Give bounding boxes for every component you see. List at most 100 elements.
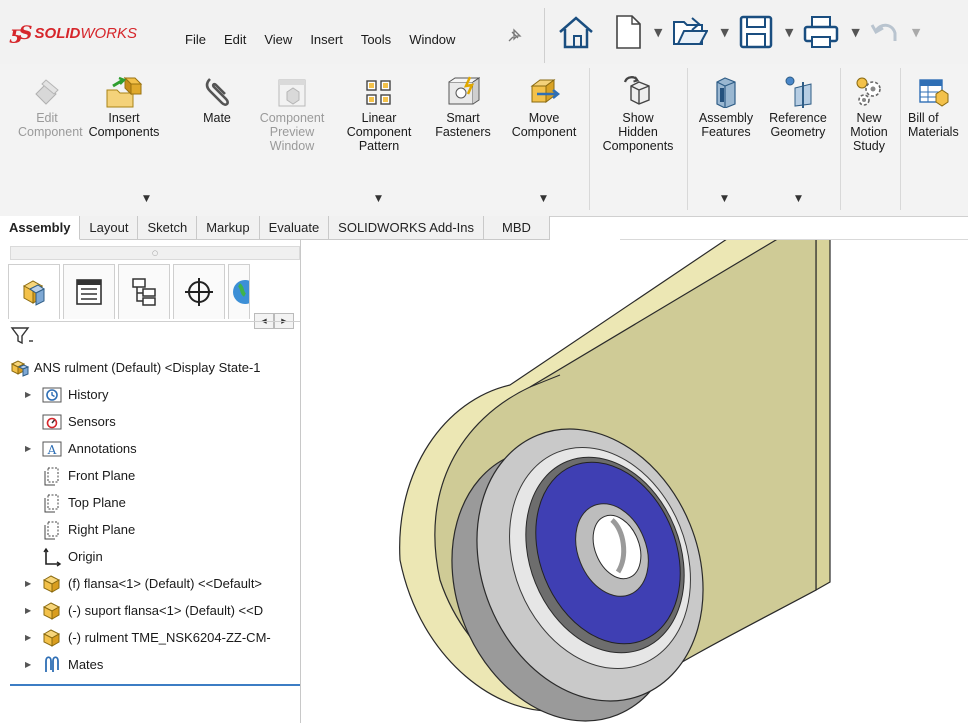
chevron-down-icon[interactable]: ▼	[795, 194, 802, 204]
reference-geometry-button[interactable]: Reference Geometry	[760, 72, 836, 139]
tree-item-label: Annotations	[68, 441, 137, 456]
configuration-manager-tab[interactable]	[118, 264, 170, 319]
expand-arrow-icon[interactable]: ▶	[25, 444, 33, 453]
ribbon-separator	[900, 68, 901, 210]
edit-component-icon	[18, 72, 76, 108]
chevron-down-icon[interactable]: ▼	[785, 26, 793, 39]
crosshair-icon	[185, 278, 213, 306]
tab-mbd[interactable]: MBD	[484, 216, 550, 240]
home-icon[interactable]	[556, 14, 596, 50]
filter-icon[interactable]	[10, 326, 34, 349]
menu-insert[interactable]: Insert	[301, 32, 352, 47]
history-folder-icon	[42, 386, 62, 404]
menu-window[interactable]: Window	[400, 32, 464, 47]
manager-panel-tabs	[8, 264, 300, 320]
tree-item-sensors[interactable]: Sensors	[0, 408, 300, 435]
command-manager-tabs: Assembly Layout Sketch Markup Evaluate S…	[0, 216, 550, 240]
tree-item-label: History	[68, 387, 109, 402]
linear-pattern-icon	[342, 72, 416, 108]
show-hidden-components-button[interactable]: Show Hidden Components	[594, 72, 682, 153]
feature-tree: ANS rulment (Default) <Display State-1 ▶…	[0, 354, 300, 678]
new-document-icon[interactable]	[614, 14, 642, 50]
chevron-down-icon[interactable]: ▼	[143, 194, 150, 204]
tree-item-label: Mates	[68, 657, 104, 672]
solidworks-logo[interactable]: ƽS SOLIDWORKS	[10, 22, 137, 44]
chevron-down-icon[interactable]: ▼	[654, 26, 662, 39]
undo-icon[interactable]	[870, 19, 900, 45]
chevron-down-icon[interactable]: ▼	[720, 26, 728, 39]
linear-component-pattern-button[interactable]: Linear Component Pattern	[342, 72, 416, 153]
tab-markup[interactable]: Markup	[197, 216, 260, 240]
new-motion-study-button[interactable]: New Motion Study	[842, 72, 896, 153]
mate-label: Mate	[203, 111, 231, 125]
expand-arrow-icon[interactable]: ▶	[25, 660, 33, 669]
tab-evaluate[interactable]: Evaluate	[259, 216, 330, 240]
tree-item-suport-flansa[interactable]: ▶ (-) suport flansa<1> (Default) <<D	[0, 597, 300, 624]
feature-manager-tab[interactable]	[8, 264, 60, 319]
graphics-area[interactable]	[301, 209, 968, 723]
dimxpert-manager-tab[interactable]	[173, 264, 225, 319]
tree-rollback-bar[interactable]	[10, 684, 300, 686]
appearance-manager-tab[interactable]	[228, 264, 250, 319]
expand-arrow-icon[interactable]: ▶	[25, 579, 33, 588]
tree-item-origin[interactable]: Origin	[0, 543, 300, 570]
property-list-icon	[76, 279, 102, 305]
plane-icon	[42, 467, 62, 485]
mates-icon	[42, 655, 62, 674]
chevron-down-icon[interactable]: ▼	[721, 194, 728, 204]
bill-of-materials-button[interactable]: Bill of Materials	[904, 72, 968, 139]
property-manager-tab[interactable]	[63, 264, 115, 319]
tree-item-right-plane[interactable]: Right Plane	[0, 516, 300, 543]
command-manager-ribbon: Edit Component Insert Components Mate Co…	[0, 64, 968, 217]
chevron-down-icon[interactable]: ▼	[851, 26, 859, 39]
smart-fasteners-button[interactable]: Smart Fasteners	[428, 72, 498, 139]
chevron-down-icon[interactable]: ▼	[540, 194, 547, 204]
expand-arrow-icon[interactable]: ▶	[25, 390, 33, 399]
ds-logo-mark: ƽS	[10, 22, 32, 44]
mate-button[interactable]: Mate	[196, 72, 238, 125]
tree-item-annotations[interactable]: ▶ A Annotations	[0, 435, 300, 462]
tab-assembly[interactable]: Assembly	[0, 216, 81, 240]
tree-item-history[interactable]: ▶ History	[0, 381, 300, 408]
assembly-features-icon	[692, 72, 760, 108]
ribbon-separator	[687, 68, 688, 210]
plane-icon	[42, 494, 62, 512]
assembly-features-button[interactable]: Assembly Features	[692, 72, 760, 139]
tab-solidworks-add-ins[interactable]: SOLIDWORKS Add-Ins	[329, 216, 484, 240]
menu-bar: File Edit View Insert Tools Window	[176, 32, 464, 47]
tab-sketch[interactable]: Sketch	[138, 216, 198, 240]
save-icon[interactable]	[739, 15, 773, 49]
tree-item-rulment[interactable]: ▶ (-) rulment TME_NSK6204-ZZ-CM-	[0, 624, 300, 651]
pin-menu-icon[interactable]	[506, 28, 522, 48]
print-icon[interactable]	[803, 15, 839, 49]
chevron-down-icon[interactable]: ▼	[912, 26, 920, 39]
ribbon-separator	[589, 68, 590, 210]
insert-components-label: Insert Components	[88, 111, 160, 139]
tree-item-mates[interactable]: ▶ Mates	[0, 651, 300, 678]
move-component-label: Move Component	[511, 111, 577, 139]
chevron-down-icon[interactable]: ▼	[375, 194, 382, 204]
panel-resize-handle[interactable]: ○	[10, 246, 300, 260]
component-preview-button[interactable]: Component Preview Window	[252, 72, 332, 153]
tree-item-flansa[interactable]: ▶ (f) flansa<1> (Default) <<Default>	[0, 570, 300, 597]
menu-edit[interactable]: Edit	[215, 32, 255, 47]
menu-tools[interactable]: Tools	[352, 32, 400, 47]
move-component-button[interactable]: Move Component	[506, 72, 582, 139]
tree-item-top-plane[interactable]: Top Plane	[0, 489, 300, 516]
smart-fasteners-label: Smart Fasteners	[435, 111, 491, 139]
assembly-model-view[interactable]	[301, 209, 968, 723]
expand-arrow-icon[interactable]: ▶	[25, 606, 33, 615]
smart-fasteners-icon	[428, 72, 498, 108]
menu-view[interactable]: View	[255, 32, 301, 47]
menu-file[interactable]: File	[176, 32, 215, 47]
open-folder-icon[interactable]	[672, 16, 709, 48]
tab-layout[interactable]: Layout	[80, 216, 139, 240]
tree-item-front-plane[interactable]: Front Plane	[0, 462, 300, 489]
assembly-icon	[22, 280, 45, 306]
tree-item-label: (-) suport flansa<1> (Default) <<D	[68, 603, 264, 618]
edit-component-button[interactable]: Edit Component	[18, 72, 83, 139]
expand-arrow-icon[interactable]: ▶	[25, 633, 33, 642]
tree-root-assembly[interactable]: ANS rulment (Default) <Display State-1	[0, 354, 300, 381]
insert-components-button[interactable]: Insert Components	[80, 72, 168, 139]
tree-item-label: Top Plane	[68, 495, 126, 510]
